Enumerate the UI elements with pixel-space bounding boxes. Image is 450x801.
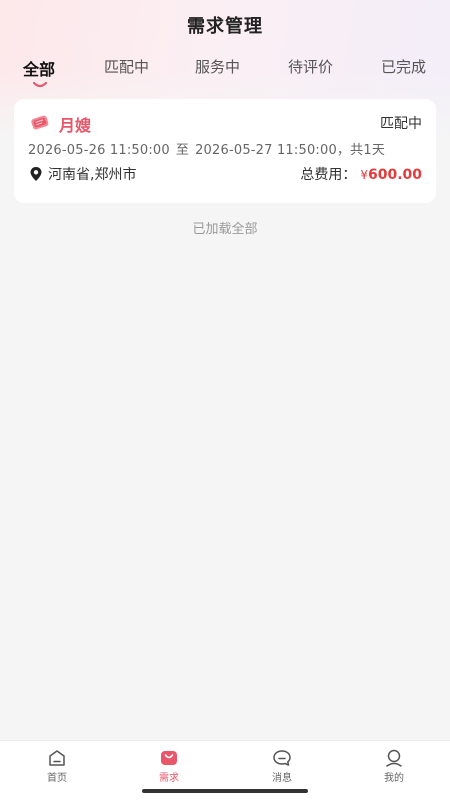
list-end-text: 已加载全部 xyxy=(192,222,258,237)
active-tab-indicator xyxy=(33,82,47,88)
currency-symbol: ¥ xyxy=(360,168,368,182)
service-time-range: 2026-05-26 11:50:00 至 2026-05-27 11:50:00，… xyxy=(28,139,385,158)
page-title: 需求管理 xyxy=(187,16,263,37)
service-name: 月嫂 xyxy=(59,116,92,135)
header: 需求管理 xyxy=(0,0,450,50)
home-indicator xyxy=(142,789,308,793)
tab-completed[interactable]: 已完成 xyxy=(381,56,426,77)
location-pin-icon xyxy=(30,167,42,181)
order-card[interactable]: 月嫂 匹配中 2026-05-26 11:50:00 至 2026-05-27 11… xyxy=(14,99,436,203)
tab-in-service[interactable]: 服务中 xyxy=(195,56,240,77)
home-icon xyxy=(49,750,65,766)
status-badge: 匹配中 xyxy=(380,116,422,132)
status-tabs: 全部 匹配中 服务中 待评价 已完成 xyxy=(0,52,450,92)
tab-matching[interactable]: 匹配中 xyxy=(104,56,149,77)
chat-bubble-icon xyxy=(273,750,291,766)
tabbar-item-demand[interactable]: 需求 xyxy=(139,749,199,784)
tab-to-review[interactable]: 待评价 xyxy=(288,56,333,77)
end-time: 2026-05-27 11:50:00 xyxy=(195,143,337,158)
start-time: 2026-05-26 11:50:00 xyxy=(28,143,170,158)
time-separator: 至 xyxy=(175,143,190,158)
duration: ，共1天 xyxy=(336,143,386,158)
tabbar-item-messages[interactable]: 消息 xyxy=(252,749,312,784)
tabbar-item-profile[interactable]: 我的 xyxy=(364,749,424,784)
user-icon xyxy=(386,749,402,767)
tabbar-label-home: 首页 xyxy=(47,773,67,784)
tag-icon xyxy=(31,115,49,130)
tabbar-label-profile: 我的 xyxy=(384,773,404,784)
tabbar-label-messages: 消息 xyxy=(272,773,292,784)
tab-all[interactable]: 全部 xyxy=(23,56,55,80)
tabbar-item-home[interactable]: 首页 xyxy=(27,749,87,784)
fee-amount: 600.00 xyxy=(367,167,422,183)
total-fee: 总费用： ¥600.00 xyxy=(300,164,422,184)
bag-icon xyxy=(161,751,177,765)
location-text: 河南省,郑州市 xyxy=(48,167,137,183)
tabbar-label-demand: 需求 xyxy=(159,773,179,784)
fee-label: 总费用： xyxy=(300,167,357,183)
